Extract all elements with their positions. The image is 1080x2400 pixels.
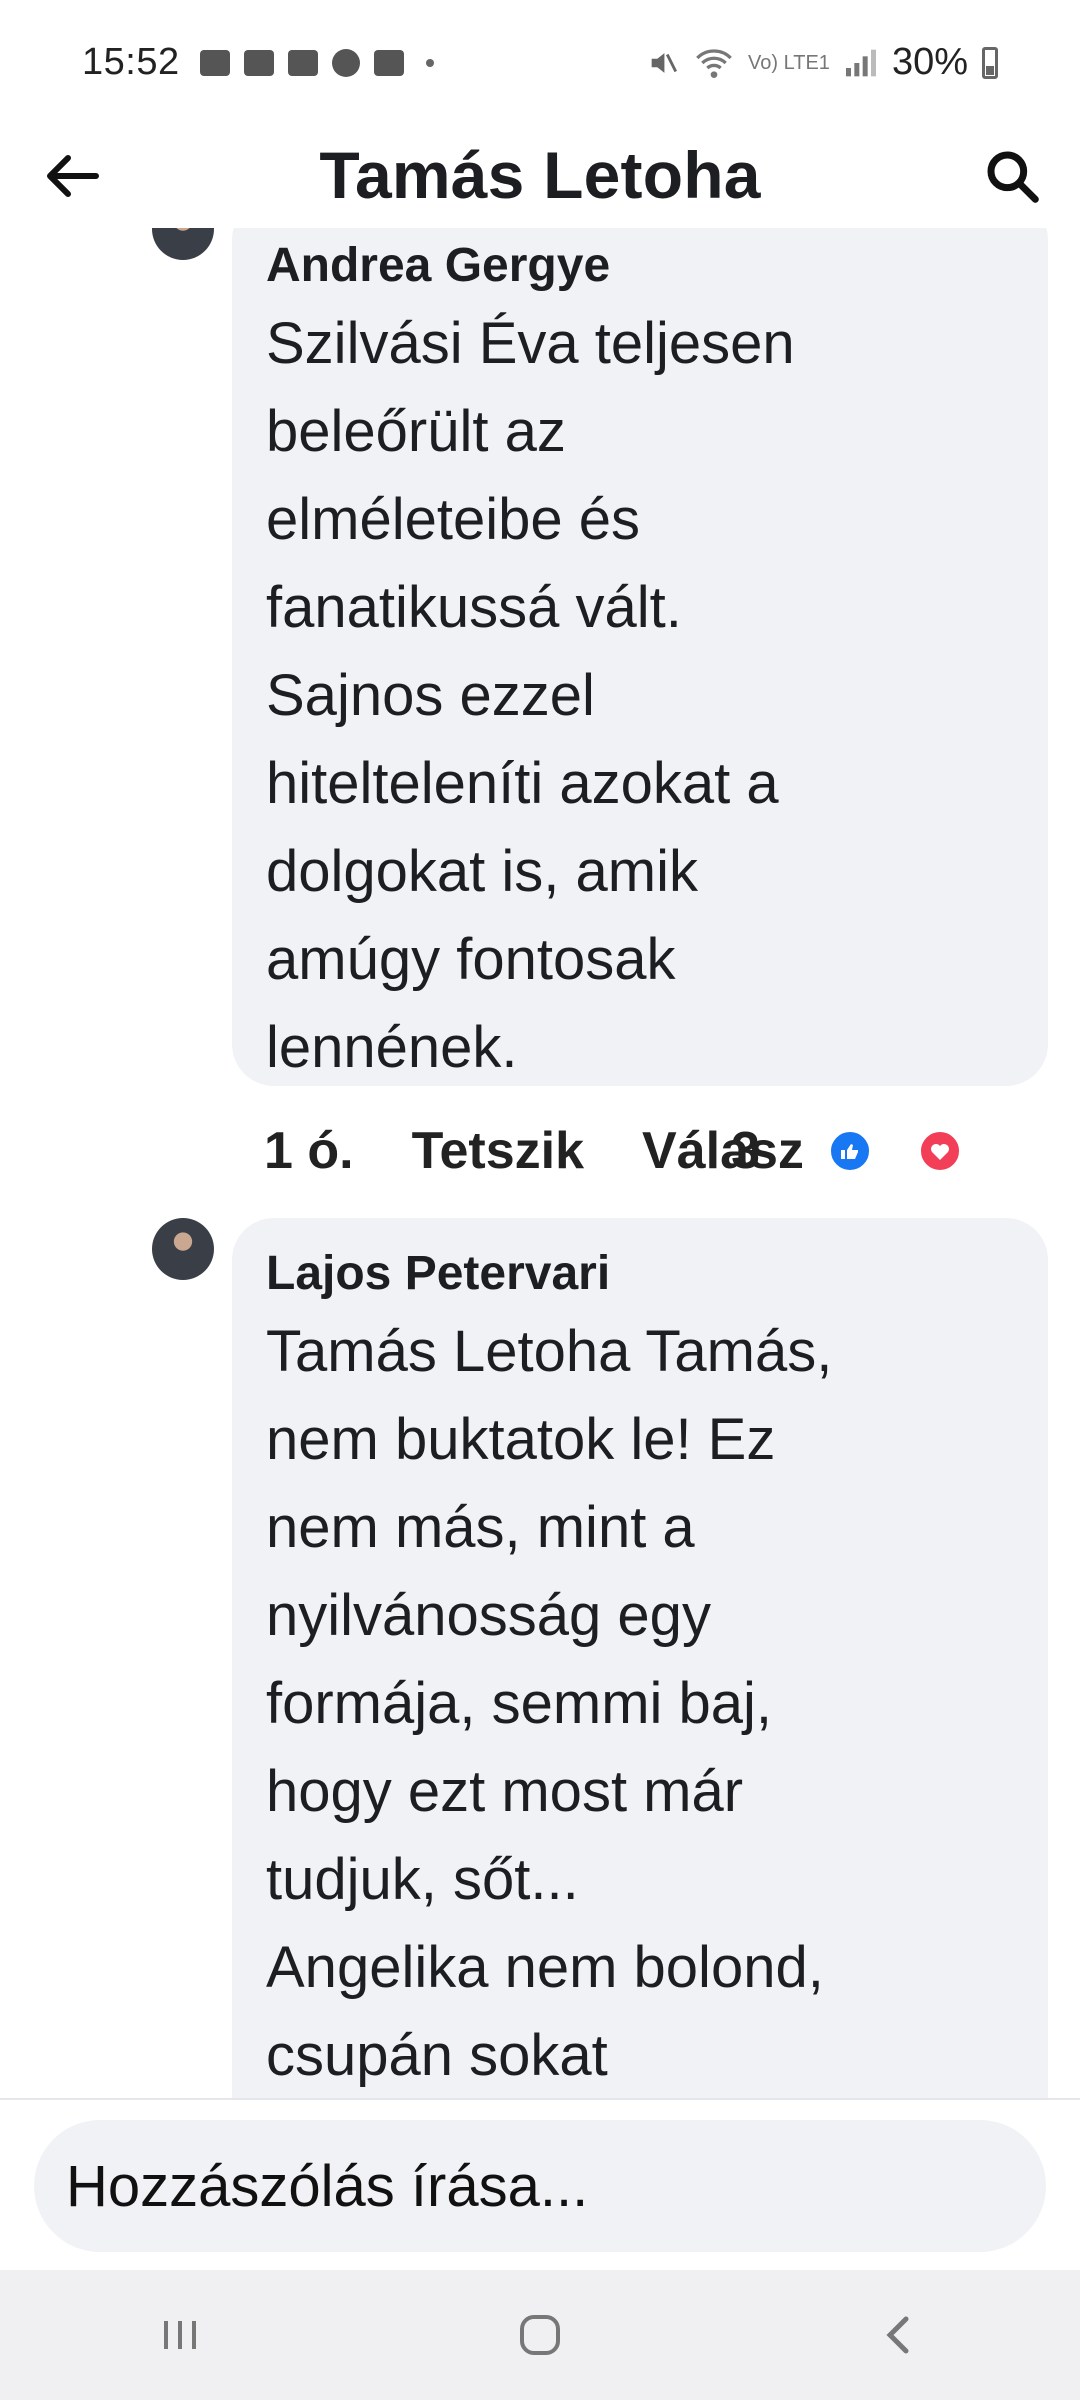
avatar[interactable] (152, 228, 214, 260)
status-time: 15:52 (82, 41, 180, 83)
avatar[interactable] (152, 1218, 214, 1280)
composer-bar: Hozzászólás írása... (0, 2098, 1080, 2270)
comment-text: Tamás Letoha Tamás, nem buktatok le! Ez … (266, 1319, 833, 2088)
comment-actions: 1 ó. Tetszik Válasz 3 (264, 1110, 1054, 1192)
spotify-notification-icon (331, 48, 360, 77)
youtube-notification-icon-2 (287, 49, 318, 76)
network-type: Vo) LTE1 (748, 51, 830, 74)
like-link[interactable]: Tetszik (412, 1121, 584, 1181)
home-button[interactable] (480, 2290, 600, 2380)
recents-icon (164, 2321, 196, 2349)
reactions-summary[interactable]: 3 (731, 1121, 1020, 1181)
heart-icon (918, 1129, 962, 1173)
reaction-count: 3 (731, 1122, 760, 1180)
comment-time[interactable]: 1 ó. (264, 1121, 354, 1181)
thumbs-up-icon (828, 1129, 872, 1173)
messenger-notification-icon (199, 49, 230, 76)
status-left: 15:52 (82, 41, 434, 84)
wifi-icon (696, 48, 732, 78)
comment-author[interactable]: Lajos Petervari (266, 1246, 1014, 1302)
search-icon (987, 151, 1039, 203)
comment-bubble[interactable]: Andrea Gergye Szilvási Éva teljesen bele… (232, 228, 1048, 1086)
mute-icon (651, 52, 678, 73)
comment-input[interactable]: Hozzászólás írása... (34, 2120, 1046, 2252)
search-button[interactable] (980, 144, 1044, 208)
comment-text: Szilvási Éva teljesen beleőrült az elmél… (266, 311, 795, 1080)
status-right: Vo) LTE1 30% (646, 41, 998, 84)
battery-percent: 30% (891, 41, 968, 83)
page-title: Tamás Letoha (319, 138, 761, 212)
home-icon (520, 2315, 560, 2355)
chevron-left-icon (886, 2316, 909, 2354)
screen: 15:52 Vo) LTE1 30% Tamás Letoha Andrea G… (0, 0, 1080, 2400)
app-bar: Tamás Letoha (0, 120, 1080, 230)
battery-icon (982, 46, 998, 79)
signal-icon (845, 49, 876, 76)
youtube-notification-icon (243, 49, 274, 76)
more-notifications-dot-icon (425, 58, 434, 67)
system-nav-bar (0, 2270, 1080, 2400)
comments-feed[interactable]: Andrea Gergye Szilvási Éva teljesen bele… (0, 228, 1080, 2098)
comment-bubble[interactable]: Lajos Petervari Tamás Letoha Tamás, nem … (232, 1218, 1048, 2098)
check-notification-icon (373, 49, 404, 76)
comment-author[interactable]: Andrea Gergye (266, 238, 1014, 294)
status-bar: 15:52 Vo) LTE1 30% (0, 0, 1080, 125)
back-nav-button[interactable] (840, 2290, 960, 2380)
recents-button[interactable] (120, 2290, 240, 2380)
